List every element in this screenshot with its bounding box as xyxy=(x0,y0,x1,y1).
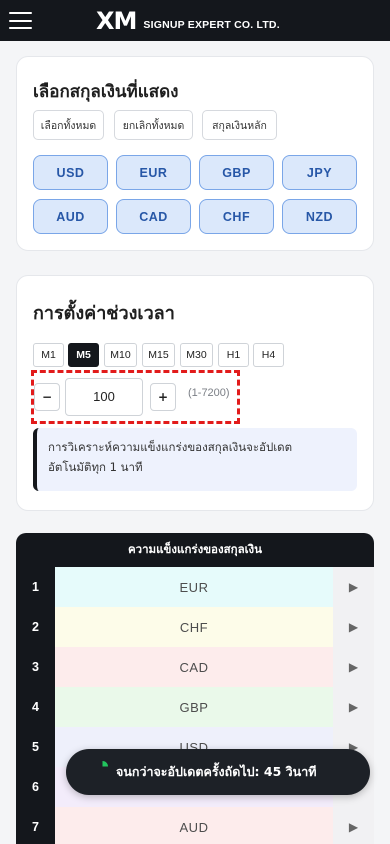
row-currency: AUD xyxy=(55,807,333,844)
currency-toggle-usd[interactable]: USD xyxy=(33,155,108,190)
expand-arrow-icon[interactable]: ▶ xyxy=(333,647,374,687)
strength-row[interactable]: 7 AUD ▶ xyxy=(16,807,374,844)
row-currency: CHF xyxy=(55,607,333,647)
row-rank: 7 xyxy=(16,807,55,844)
brand-logo-mark: XM xyxy=(96,7,137,35)
select-all-button[interactable]: เลือกทั้งหมด xyxy=(33,110,104,140)
timeframe-h4[interactable]: H4 xyxy=(253,343,284,367)
toast-text: จนกว่าจะอัปเดตครั้งถัดไป: 45 วินาที xyxy=(116,764,317,779)
time-card-title: การตั้งค่าช่วงเวลา xyxy=(33,303,175,324)
deselect-all-button[interactable]: ยกเลิกทั้งหมด xyxy=(114,110,193,140)
next-update-toast: จนกว่าจะอัปเดตครั้งถัดไป: 45 วินาที xyxy=(66,749,370,795)
increment-button[interactable]: + xyxy=(150,383,176,411)
currency-toggle-cad[interactable]: CAD xyxy=(116,199,191,234)
update-info-box: การวิเคราะห์ความแข็งแกร่งของสกุลเงินจะอั… xyxy=(33,428,357,491)
row-rank: 3 xyxy=(16,647,55,687)
currency-toggle-nzd[interactable]: NZD xyxy=(282,199,357,234)
timeframe-m30[interactable]: M30 xyxy=(180,343,213,367)
timeframe-h1[interactable]: H1 xyxy=(218,343,249,367)
brand-subtitle: SIGNUP EXPERT CO. LTD. xyxy=(143,19,280,31)
timeframe-m15[interactable]: M15 xyxy=(142,343,175,367)
info-line-1: การวิเคราะห์ความแข็งแกร่งของสกุลเงินจะอั… xyxy=(48,440,293,454)
strength-row[interactable]: 1 EUR ▶ xyxy=(16,567,374,607)
time-settings-card: การตั้งค่าช่วงเวลา M1 M5 M10 M15 M30 H1 … xyxy=(16,275,374,511)
expand-arrow-icon[interactable]: ▶ xyxy=(333,807,374,844)
timeframe-m10[interactable]: M10 xyxy=(104,343,137,367)
top-bar: XM SIGNUP EXPERT CO. LTD. xyxy=(0,0,390,41)
row-currency: EUR xyxy=(55,567,333,607)
expand-arrow-icon[interactable]: ▶ xyxy=(333,687,374,727)
timeframe-m5[interactable]: M5 xyxy=(68,343,99,367)
currency-toggle-aud[interactable]: AUD xyxy=(33,199,108,234)
row-rank: 1 xyxy=(16,567,55,607)
row-rank: 6 xyxy=(16,767,55,807)
currency-card-title: เลือกสกุลเงินที่แสดง xyxy=(33,82,179,102)
major-currencies-button[interactable]: สกุลเงินหลัก xyxy=(202,110,277,140)
strength-table: ความแข็งแกร่งของสกุลเงิน 1 EUR ▶ 2 CHF ▶ 3 CAD ▶… xyxy=(16,533,374,844)
currency-toggle-jpy[interactable]: JPY xyxy=(282,155,357,190)
decrement-button[interactable]: − xyxy=(34,383,60,411)
expand-arrow-icon[interactable]: ▶ xyxy=(333,567,374,607)
row-rank: 4 xyxy=(16,687,55,727)
row-currency: GBP xyxy=(55,687,333,727)
timeframe-m1[interactable]: M1 xyxy=(33,343,64,367)
countdown-progress-icon xyxy=(102,761,108,767)
currency-toggle-eur[interactable]: EUR xyxy=(116,155,191,190)
strength-row[interactable]: 2 CHF ▶ xyxy=(16,607,374,647)
brand-logo[interactable]: XM SIGNUP EXPERT CO. LTD. xyxy=(96,9,280,33)
strength-row[interactable]: 4 GBP ▶ xyxy=(16,687,374,727)
currency-toggle-gbp[interactable]: GBP xyxy=(199,155,274,190)
strength-row[interactable]: 3 CAD ▶ xyxy=(16,647,374,687)
strength-table-title: ความแข็งแกร่งของสกุลเงิน xyxy=(127,542,263,556)
currency-select-card: เลือกสกุลเงินที่แสดง เลือกทั้งหมด ยกเลิก… xyxy=(16,56,374,251)
hamburger-menu-icon[interactable] xyxy=(9,12,32,29)
period-range-hint: (1-7200) xyxy=(188,387,230,399)
period-input[interactable]: 100 xyxy=(65,378,143,416)
row-rank: 2 xyxy=(16,607,55,647)
info-line-2: อัตโนมัติทุก 1 นาที xyxy=(48,460,143,474)
currency-toggle-chf[interactable]: CHF xyxy=(199,199,274,234)
expand-arrow-icon[interactable]: ▶ xyxy=(333,607,374,647)
row-rank: 5 xyxy=(16,727,55,767)
row-currency: CAD xyxy=(55,647,333,687)
